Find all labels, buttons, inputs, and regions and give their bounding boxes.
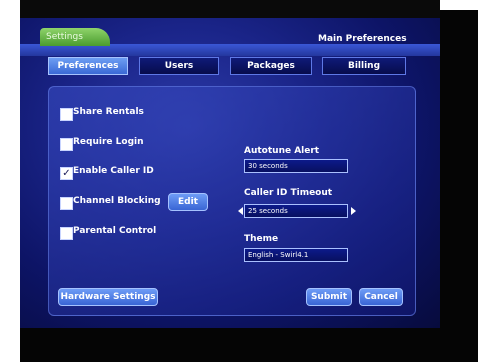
tv-screen: Settings Main Preferences Preferences Us… [20, 18, 440, 328]
submit-button[interactable]: Submit [306, 288, 352, 306]
tab-packages[interactable]: Packages [230, 57, 312, 75]
tv-bezel-top [20, 0, 440, 18]
enable-caller-id-label: Enable Caller ID [73, 166, 154, 176]
arrow-right-icon[interactable] [351, 207, 356, 215]
caller-id-timeout-label: Caller ID Timeout [244, 188, 333, 198]
require-login-label: Require Login [73, 137, 144, 147]
theme-field[interactable]: English - Swirl4.1 [244, 248, 348, 262]
share-rentals-checkbox[interactable] [60, 108, 73, 121]
tv-bezel-right [440, 10, 478, 330]
parental-control-checkbox[interactable] [60, 227, 73, 240]
cancel-button[interactable]: Cancel [359, 288, 403, 306]
require-login-checkbox[interactable] [60, 138, 73, 151]
settings-tab[interactable]: Settings [40, 28, 110, 46]
share-rentals-label: Share Rentals [73, 107, 144, 117]
theme-label: Theme [244, 234, 279, 244]
parental-control-label: Parental Control [73, 226, 157, 236]
edit-button[interactable]: Edit [168, 193, 208, 211]
tab-users[interactable]: Users [139, 57, 219, 75]
caller-id-timeout-field[interactable]: 25 seconds [244, 204, 348, 218]
page-title: Main Preferences [318, 34, 407, 44]
enable-caller-id-checkbox[interactable]: ✓ [60, 167, 73, 180]
hardware-settings-button[interactable]: Hardware Settings [58, 288, 158, 306]
tv-bezel-bottom [20, 328, 478, 362]
tab-preferences[interactable]: Preferences [48, 57, 128, 75]
channel-blocking-checkbox[interactable] [60, 197, 73, 210]
tab-billing[interactable]: Billing [322, 57, 406, 75]
autotune-alert-label: Autotune Alert [244, 146, 320, 156]
arrow-left-icon[interactable] [238, 207, 243, 215]
channel-blocking-label: Channel Blocking [73, 196, 161, 206]
autotune-alert-field[interactable]: 30 seconds [244, 159, 348, 173]
